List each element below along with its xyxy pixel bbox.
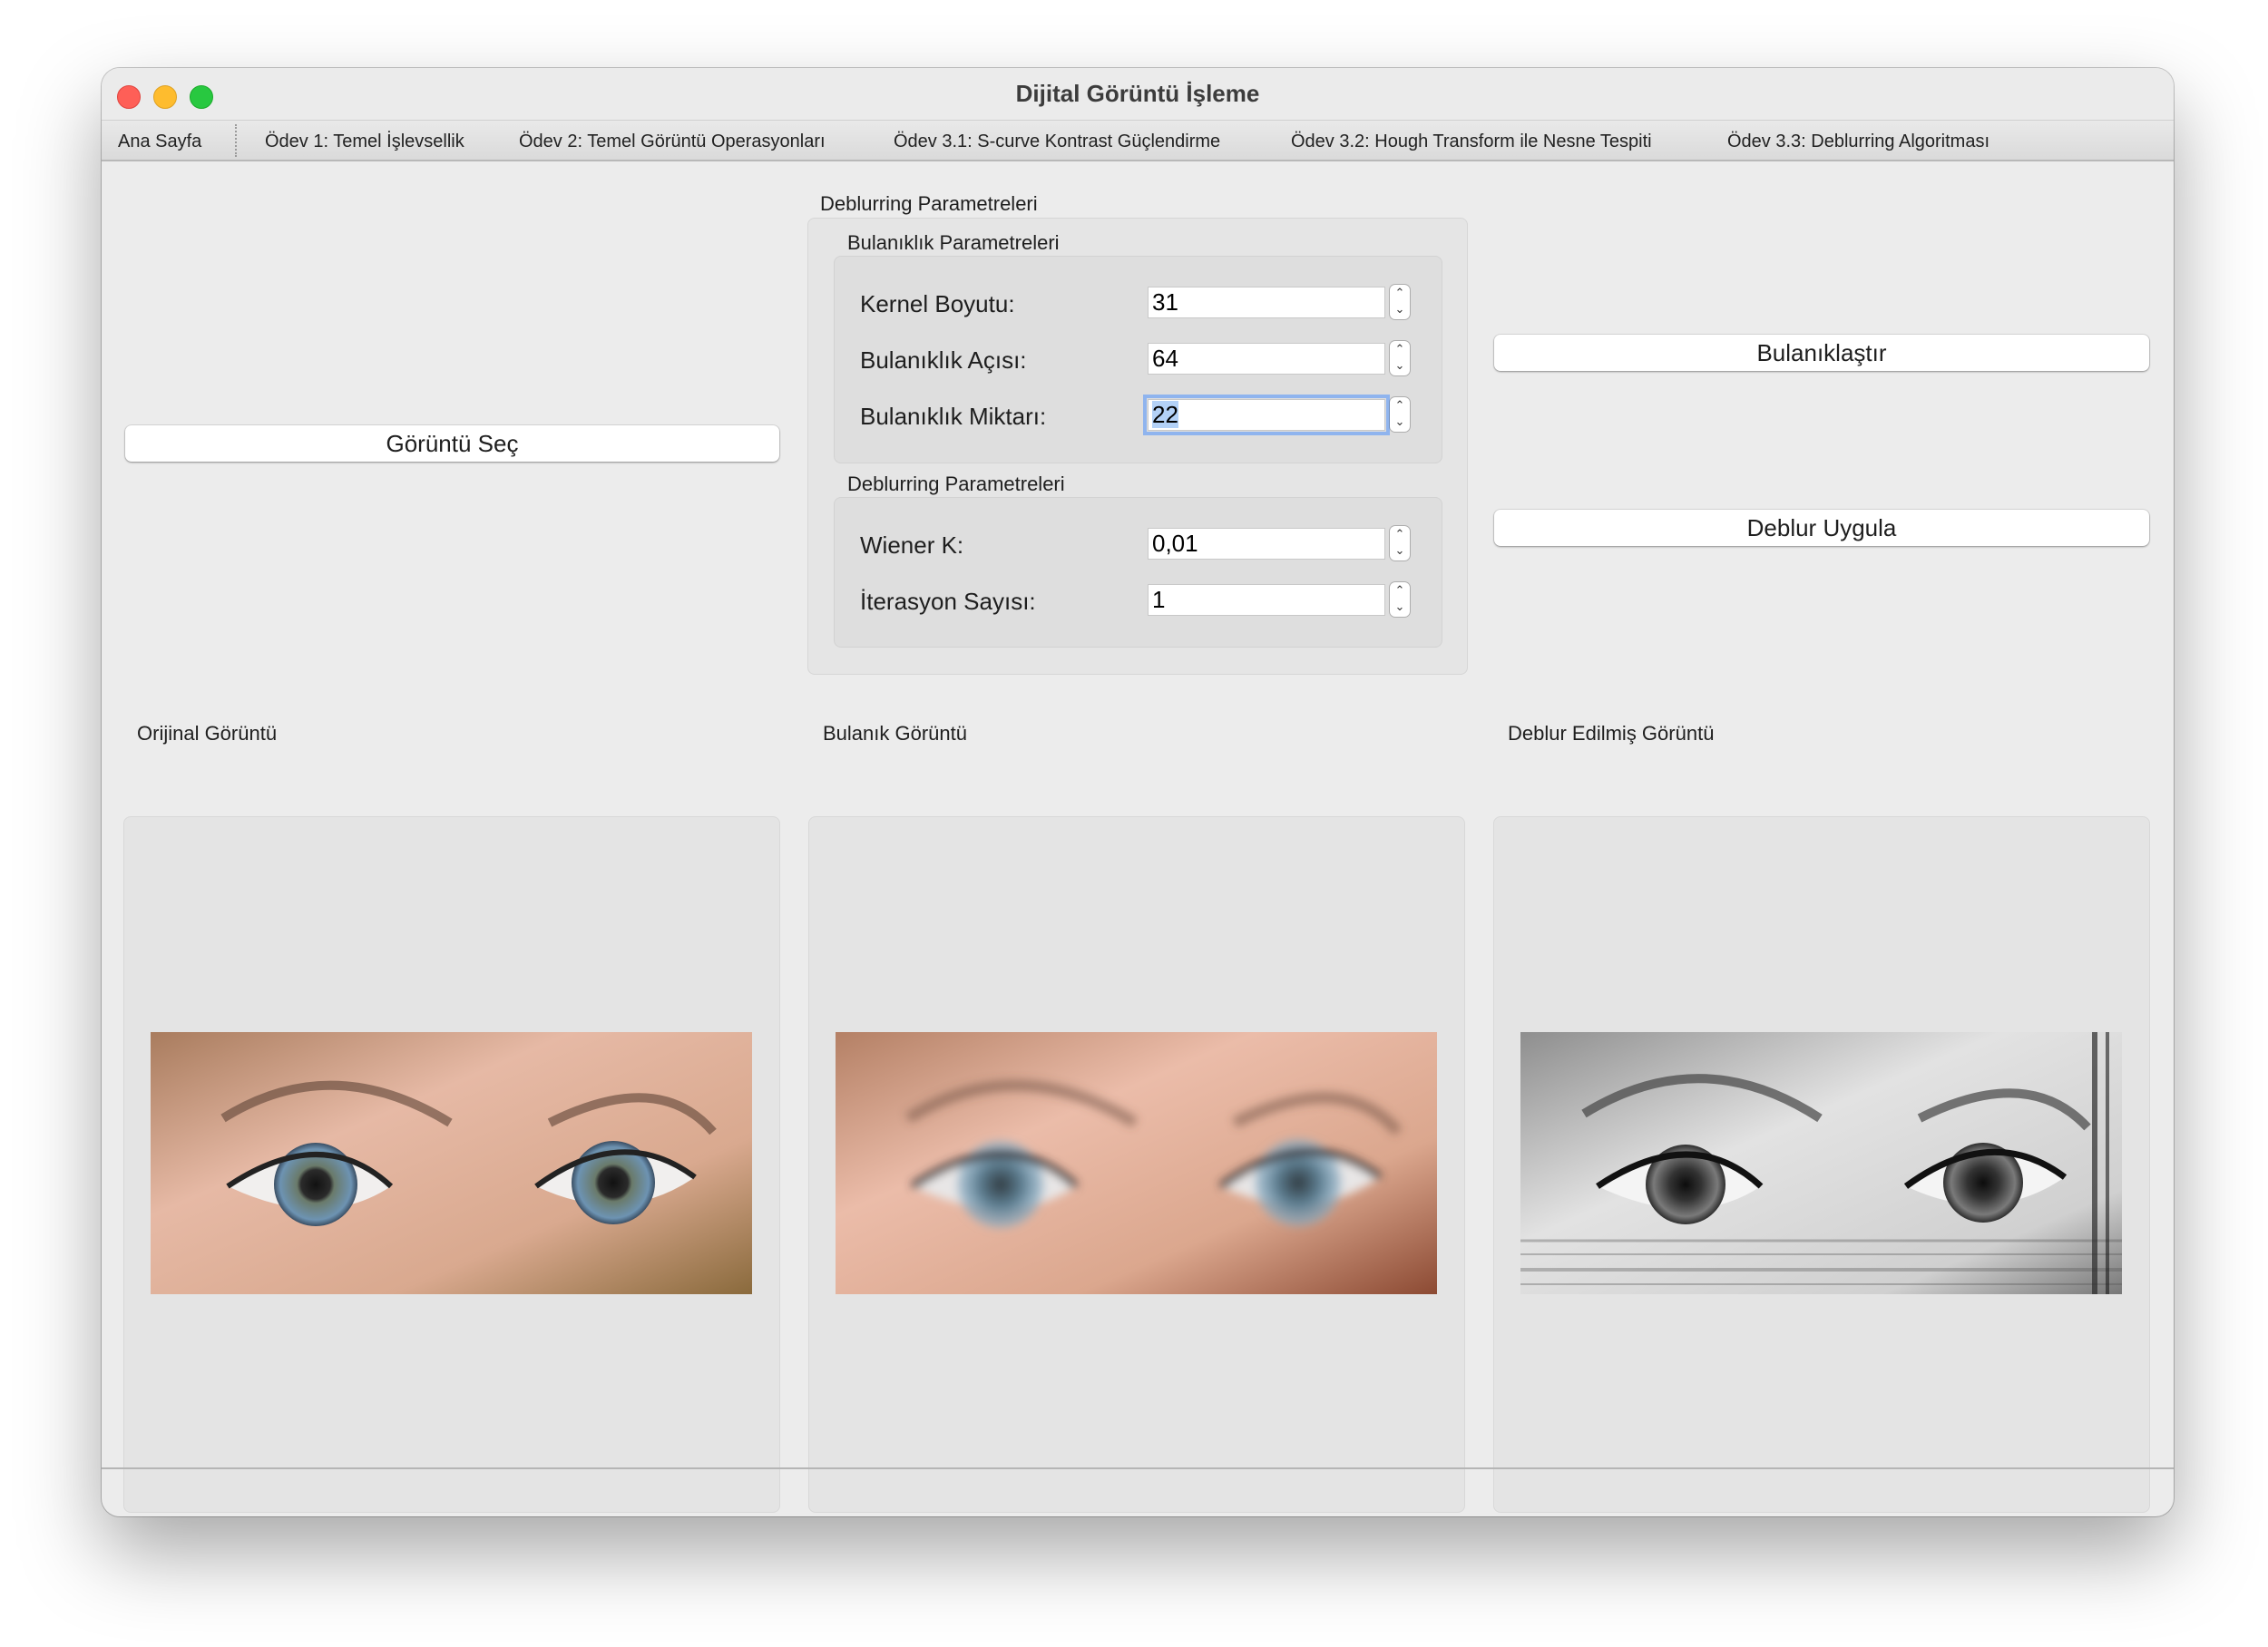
original-image-title: Orijinal Görüntü	[137, 722, 278, 745]
blur-params-box: Kernel Boyutu: 31 ⌃ ⌄ Bulanıklık Açısı: 6…	[834, 256, 1442, 463]
tab-home[interactable]: Ana Sayfa	[118, 132, 201, 152]
blur-amount-label: Bulanıklık Miktarı:	[860, 403, 1047, 430]
deblurred-image-title: Deblur Edilmiş Görüntü	[1508, 722, 1715, 745]
blurred-image-title: Bulanık Görüntü	[823, 722, 967, 745]
tab-homework-3-2[interactable]: Ödev 3.2: Hough Transform ile Nesne Tesp…	[1291, 132, 1652, 152]
wiener-k-input[interactable]: 0,01	[1148, 528, 1385, 560]
deblur-params-title: Deblurring Parametreleri	[847, 473, 1065, 495]
title-bar: Dijital Görüntü İşleme	[102, 68, 2174, 121]
deblur-button[interactable]: Deblur Uygula	[1494, 510, 2149, 546]
iteration-count-label: İterasyon Sayısı:	[860, 588, 1036, 615]
window-title: Dijital Görüntü İşleme	[1015, 80, 1260, 107]
select-image-button[interactable]: Görüntü Seç	[125, 425, 779, 462]
blur-angle-stepper[interactable]: ⌃ ⌄	[1390, 341, 1410, 375]
status-bar-divider	[102, 1467, 2174, 1469]
tab-separator	[235, 124, 237, 157]
blur-params-title: Bulanıklık Parametreleri	[847, 231, 1060, 254]
tab-homework-1[interactable]: Ödev 1: Temel İşlevsellik	[265, 132, 464, 152]
kernel-size-stepper[interactable]: ⌃ ⌄	[1390, 285, 1410, 319]
blurred-image-panel	[808, 816, 1465, 1513]
tab-homework-2[interactable]: Ödev 2: Temel Görüntü Operasyonları	[519, 132, 826, 152]
wiener-k-stepper[interactable]: ⌃ ⌄	[1390, 526, 1410, 560]
app-window: Dijital Görüntü İşleme Ana Sayfa Ödev 1:…	[102, 68, 2174, 1516]
blur-button[interactable]: Bulanıklaştır	[1494, 335, 2149, 371]
blur-amount-stepper[interactable]: ⌃ ⌄	[1390, 397, 1410, 432]
blur-angle-label: Bulanıklık Açısı:	[860, 346, 1027, 374]
tab-homework-3-3[interactable]: Ödev 3.3: Deblurring Algoritması	[1727, 132, 1989, 152]
blurred-eyes-image	[836, 1032, 1437, 1294]
tab-homework-3-1[interactable]: Ödev 3.1: S-curve Kontrast Güçlendirme	[894, 132, 1220, 152]
original-image-panel	[123, 816, 780, 1513]
blur-angle-input[interactable]: 64	[1148, 343, 1385, 375]
blur-amount-input[interactable]: 22	[1143, 395, 1390, 435]
iteration-count-stepper[interactable]: ⌃ ⌄	[1390, 582, 1410, 617]
tab-bar: Ana Sayfa Ödev 1: Temel İşlevsellik Ödev…	[102, 121, 2174, 161]
deblur-params-box: Wiener K: 0,01 ⌃ ⌄ İterasyon Sayısı: 1 ⌃ ⌄	[834, 497, 1442, 648]
blur-amount-selection: 22	[1152, 401, 1178, 428]
deblurred-image-panel	[1493, 816, 2150, 1513]
kernel-size-input[interactable]: 31	[1148, 287, 1385, 318]
params-group-title: Deblurring Parametreleri	[820, 192, 1038, 215]
deblurred-eyes-image	[1520, 1032, 2122, 1294]
iteration-count-input[interactable]: 1	[1148, 584, 1385, 616]
kernel-size-label: Kernel Boyutu:	[860, 290, 1015, 317]
original-eyes-image	[151, 1032, 752, 1294]
wiener-k-label: Wiener K:	[860, 531, 964, 559]
params-group: Bulanıklık Parametreleri Kernel Boyutu: …	[807, 218, 1468, 675]
